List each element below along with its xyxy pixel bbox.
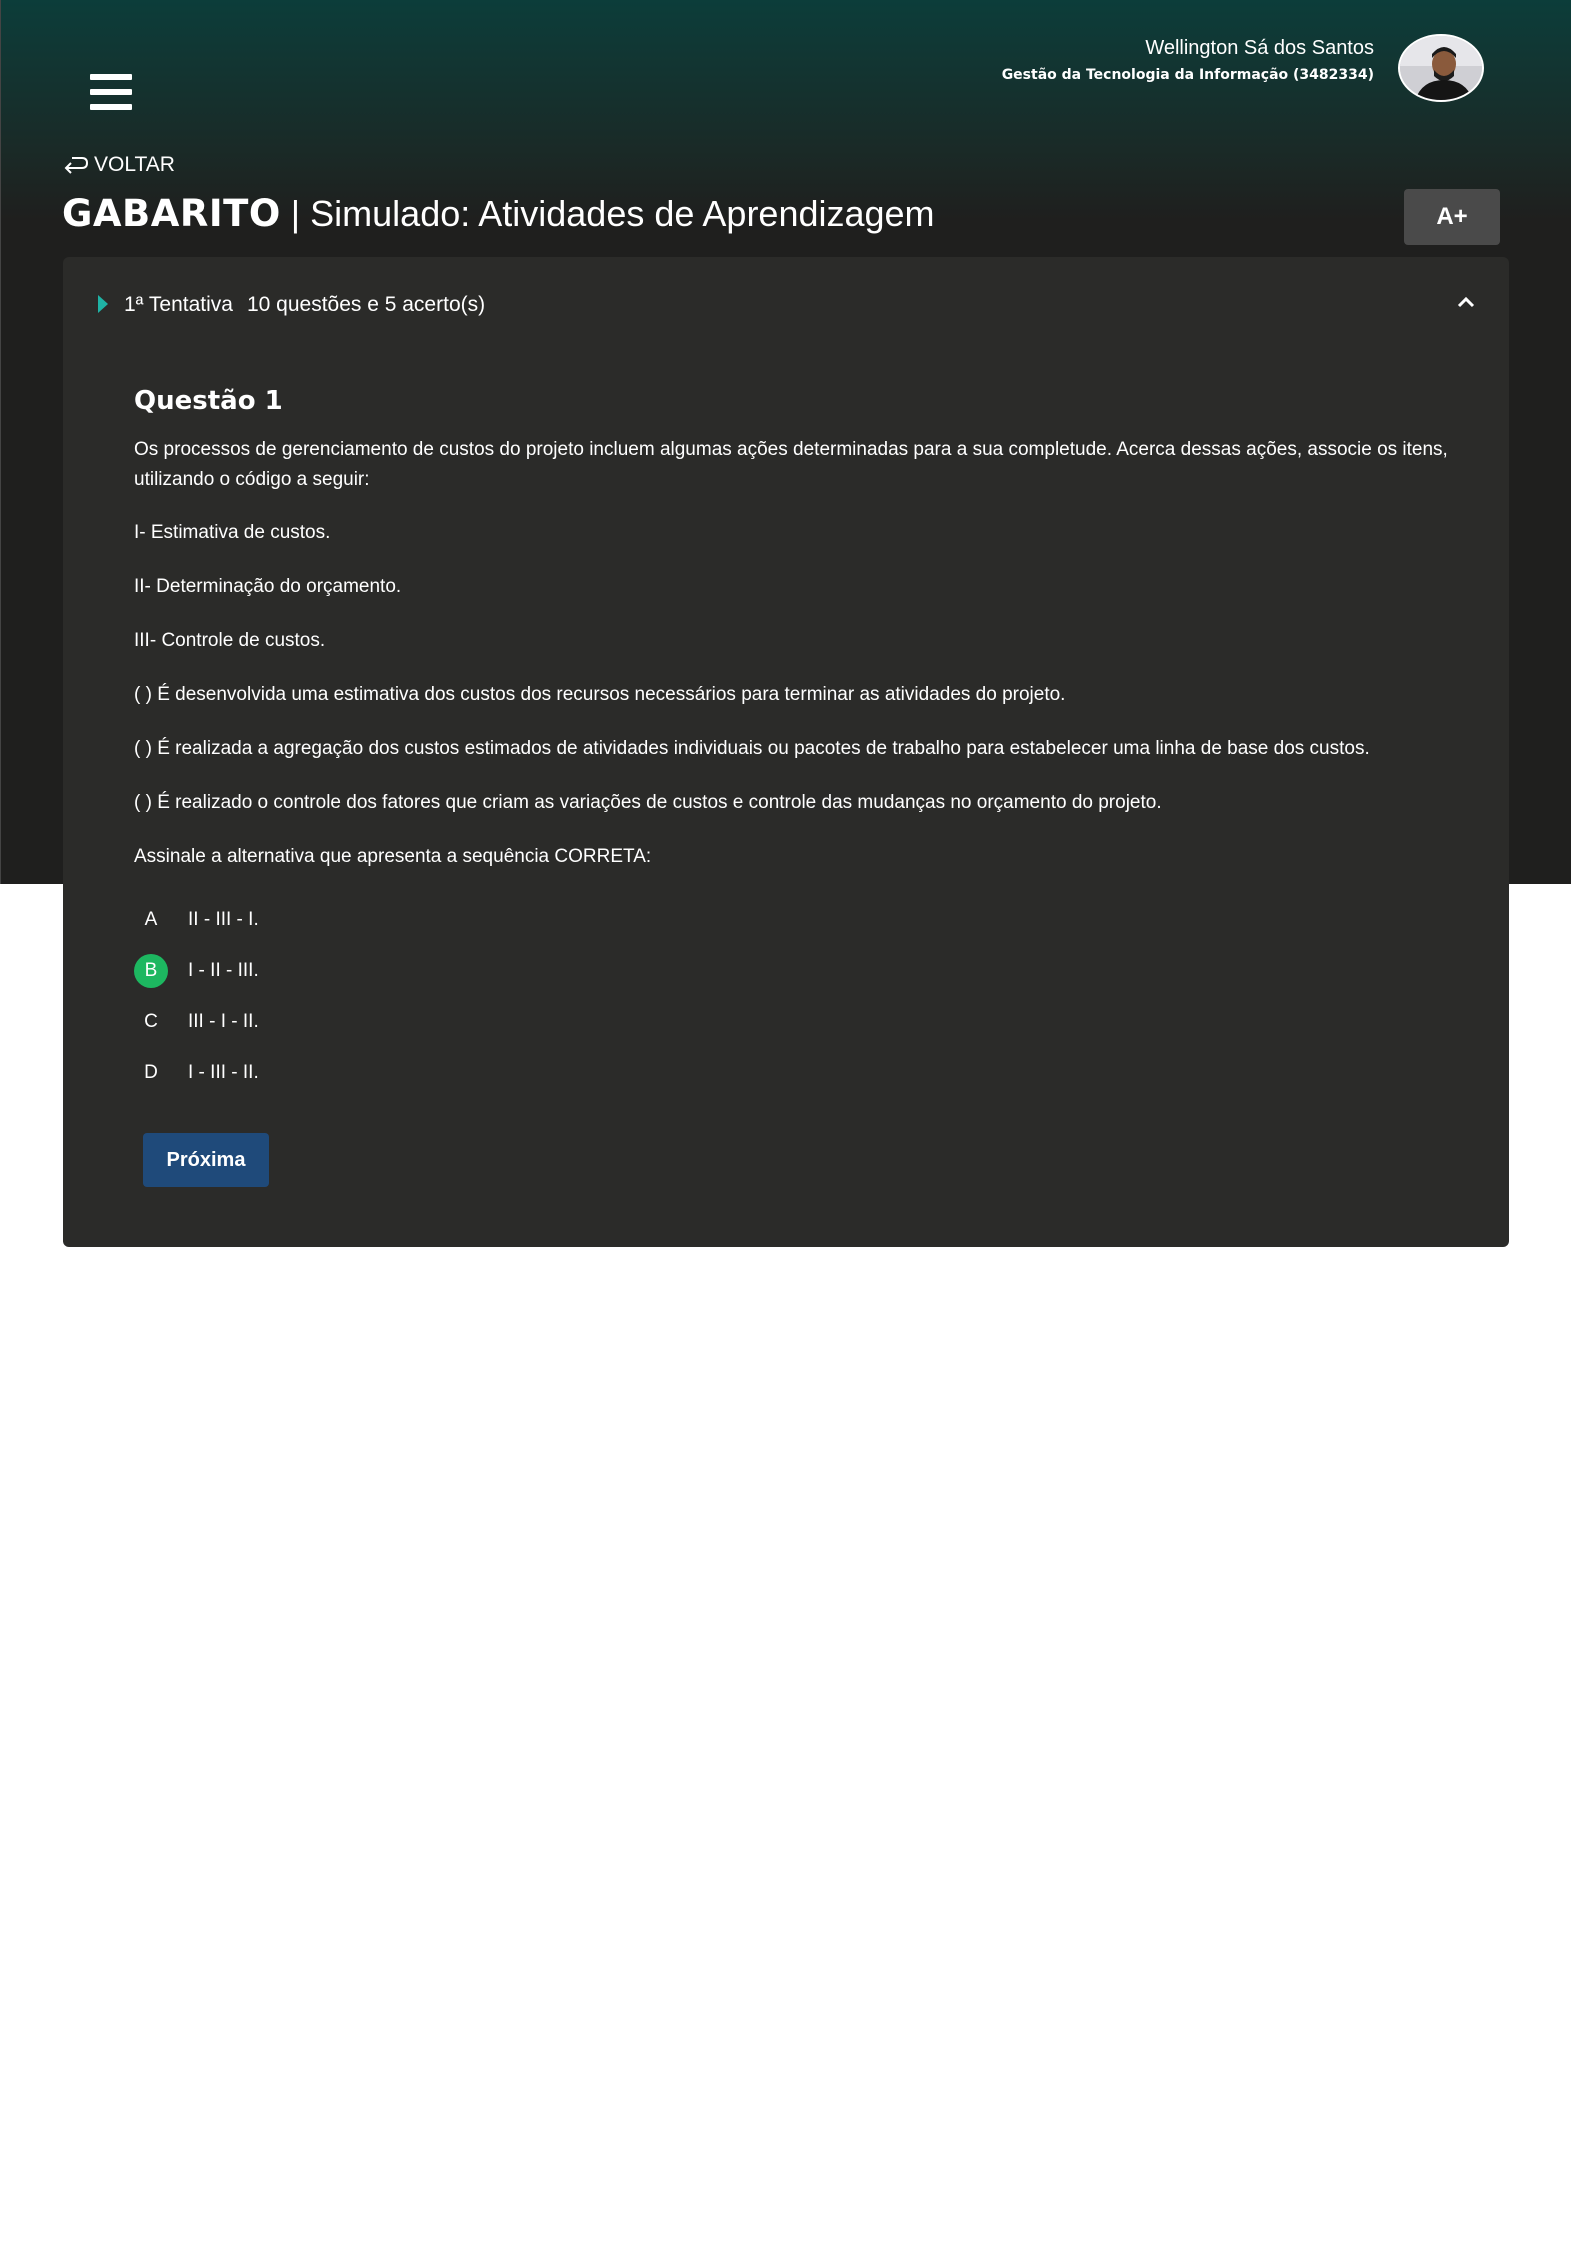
option-d[interactable]: D I - III - II.: [134, 1056, 259, 1090]
page: Wellington Sá dos Santos Gestão da Tecno…: [0, 0, 1571, 2268]
page-title-rest: Simulado: Atividades de Aprendizagem: [310, 193, 935, 234]
chevron-up-icon[interactable]: [1451, 287, 1481, 317]
option-letter-correct-badge: B: [134, 954, 168, 988]
question-statement: ( ) É desenvolvida uma estimativa dos cu…: [134, 684, 1066, 705]
user-course: Gestão da Tecnologia da Informação (3482…: [1001, 67, 1374, 83]
back-label: VOLTAR: [94, 153, 175, 176]
option-text: I - II - III.: [188, 960, 259, 981]
attempt-summary: 10 questões e 5 acerto(s): [246, 293, 486, 316]
question-statement: ( ) É realizada a agregação dos custos e…: [134, 738, 1370, 759]
question-intro: Os processos de gerenciamento de custos …: [134, 439, 1448, 490]
increase-font-button[interactable]: A+: [1404, 189, 1500, 245]
question-item: II- Determinação do orçamento.: [134, 576, 402, 597]
question-statement: ( ) É realizado o controle dos fatores q…: [134, 792, 1162, 813]
attempt-header[interactable]: 1ª Tentativa 10 questões e 5 acerto(s): [98, 287, 1478, 323]
option-letter: A: [144, 909, 158, 930]
user-name: Wellington Sá dos Santos: [1145, 37, 1374, 59]
option-letter: D: [144, 1062, 158, 1083]
attempt-card: 1ª Tentativa 10 questões e 5 acerto(s) Q…: [63, 257, 1509, 1247]
next-button[interactable]: Próxima: [143, 1133, 269, 1187]
option-a[interactable]: A II - III - I.: [134, 903, 259, 937]
option-text: III - I - II.: [188, 1011, 259, 1032]
option-c[interactable]: C III - I - II.: [134, 1005, 259, 1039]
page-title-strong: GABARITO: [62, 192, 281, 235]
option-text: I - III - II.: [188, 1062, 259, 1083]
question-title: Questão 1: [134, 386, 283, 416]
option-b-correct[interactable]: B I - II - III.: [134, 954, 259, 988]
attempt-label: 1ª Tentativa: [124, 293, 233, 316]
question-item: III- Controle de custos.: [134, 630, 326, 651]
question-item: I- Estimativa de custos.: [134, 522, 331, 543]
back-link[interactable]: VOLTAR: [62, 150, 175, 180]
page-title-separator: |: [290, 193, 301, 234]
hamburger-menu-icon[interactable]: [90, 74, 132, 112]
question-prompt: Assinale a alternativa que apresenta a s…: [134, 846, 652, 867]
page-title: GABARITO | Simulado: Atividades de Apren…: [62, 192, 935, 244]
avatar[interactable]: [1398, 34, 1484, 102]
option-text: II - III - I.: [188, 909, 259, 930]
return-arrow-icon: [64, 157, 89, 174]
caret-right-icon: [98, 295, 108, 313]
option-letter: C: [144, 1011, 158, 1032]
